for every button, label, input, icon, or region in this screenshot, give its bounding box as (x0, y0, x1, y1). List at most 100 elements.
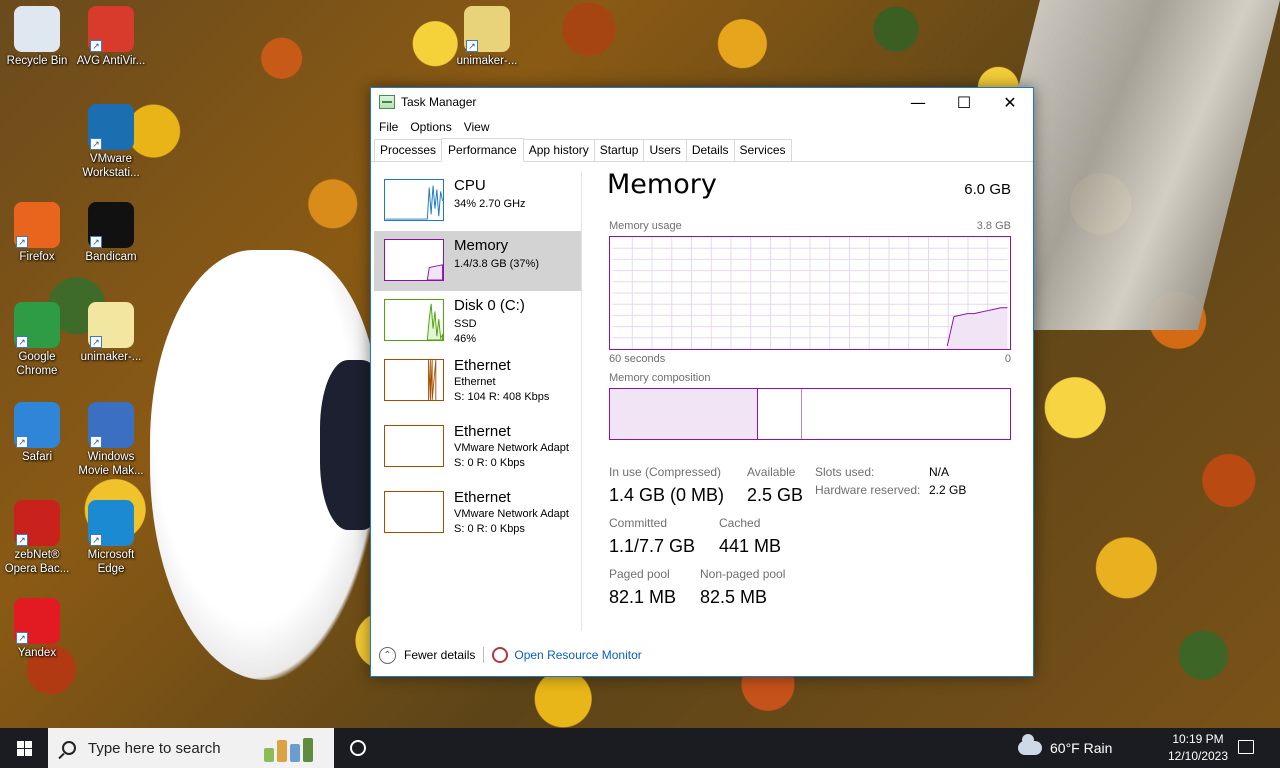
footer: ⌃ Fewer details Open Resource Monitor (371, 640, 1033, 670)
open-resource-monitor-link[interactable]: Open Resource Monitor (514, 648, 641, 662)
total-memory: 6.0 GB (964, 181, 1011, 198)
task-manager-icon (379, 95, 395, 109)
tab-performance[interactable]: Performance (441, 138, 524, 162)
ethernet-mini-graph (384, 359, 444, 401)
paged-pool-value: 82.1 MB (609, 587, 677, 607)
task-manager-window[interactable]: Task Manager — ☐ ✕ File Options View Pro… (370, 87, 1034, 677)
tab-processes[interactable]: Processes (374, 139, 443, 161)
desktop-icon-label: Microsoft Edge (87, 549, 135, 575)
chevron-up-icon[interactable]: ⌃ (379, 646, 396, 664)
tab-app-history[interactable]: App history (522, 139, 595, 161)
sidebar-item-label: Memory (454, 237, 509, 254)
sidebar-item-cpu[interactable]: CPU 34% 2.70 GHz (374, 171, 581, 231)
in-use-label: In use (Compressed) (609, 465, 722, 479)
desktop-icon[interactable]: ↗ Firefox (0, 202, 74, 264)
sidebar-item-adapter: VMware Network Adapt (454, 508, 569, 520)
cpu-mini-graph (384, 179, 444, 221)
sidebar-item-label: Ethernet (454, 489, 511, 506)
tab-users[interactable]: Users (643, 139, 687, 161)
sidebar-item-ethernet[interactable]: Ethernet Ethernet S: 104 R: 408 Kbps (374, 357, 581, 417)
taskbar-search-box[interactable]: Type here to search (48, 728, 334, 768)
opera-backup-icon: ↗ (14, 500, 60, 546)
usage-axis-left: 60 seconds (609, 353, 666, 365)
desktop-icon[interactable]: ↗ zebNet® Opera Bac... (0, 500, 74, 576)
composition-in-use-segment[interactable] (610, 389, 758, 439)
menu-file[interactable]: File (373, 120, 404, 134)
maximize-button[interactable]: ☐ (941, 88, 987, 116)
search-icon (62, 741, 76, 755)
menu-options[interactable]: Options (404, 120, 457, 134)
sidebar-item-memory[interactable]: Memory 1.4/3.8 GB (37%) (374, 231, 581, 291)
desktop-icon[interactable]: ↗ AVG AntiVir... (74, 6, 148, 68)
desktop-icon[interactable]: ↗ Bandicam (74, 202, 148, 264)
composition-modified-segment[interactable] (758, 389, 802, 439)
sidebar-item-type: SSD (454, 318, 477, 330)
minimize-button[interactable]: — (895, 88, 941, 116)
footer-divider (483, 647, 485, 663)
desktop-icon[interactable]: ↗ Safari (0, 402, 74, 464)
in-use-value: 1.4 GB (0 MB) (609, 485, 725, 505)
desktop-icon-label: Bandicam (85, 251, 137, 263)
composition-label: Memory composition (609, 372, 711, 384)
desktop-icon[interactable]: Recycle Bin (0, 6, 74, 68)
system-clock[interactable]: 10:19 PM 12/10/2023 (1160, 731, 1236, 765)
available-label: Available (747, 465, 796, 479)
desktop-icon-label: Safari (21, 451, 53, 463)
desktop-icon-label: Windows Movie Mak... (78, 451, 144, 477)
menu-view[interactable]: View (458, 120, 496, 134)
sidebar-item-adapter: Ethernet (454, 376, 496, 388)
recycle-bin-icon (14, 6, 60, 52)
menu-bar: File Options View (371, 116, 1033, 138)
shortcut-arrow-icon: ↗ (90, 236, 102, 248)
usage-axis-right: 0 (1004, 353, 1011, 365)
shortcut-arrow-icon: ↗ (466, 40, 478, 52)
shortcut-arrow-icon: ↗ (16, 534, 28, 546)
tab-services[interactable]: Services (733, 139, 792, 161)
detail-title: Memory (607, 169, 717, 200)
title-bar[interactable]: Task Manager — ☐ ✕ (371, 88, 1033, 116)
desktop-icon[interactable]: ↗ unimaker-... (74, 302, 148, 364)
tab-startup[interactable]: Startup (593, 139, 645, 161)
usage-graph-label: Memory usage (609, 220, 682, 232)
sidebar-item-value: 46% (454, 333, 477, 345)
desktop-icon-label: Google Chrome (16, 351, 58, 377)
sidebar-item-ethernet-vmware-1[interactable]: Ethernet VMware Network Adapt S: 0 R: 0 … (374, 423, 581, 483)
sidebar-item-label: CPU (454, 177, 486, 194)
fewer-details-link[interactable]: Fewer details (404, 648, 475, 662)
desktop-icon[interactable]: ↗ VMware Workstati... (74, 104, 148, 180)
memory-usage-graph (609, 236, 1011, 350)
non-paged-pool-label: Non-paged pool (700, 567, 786, 581)
windows-logo-icon (16, 740, 32, 756)
sidebar-item-disk[interactable]: Disk 0 (C:) SSD 46% (374, 291, 581, 351)
sidebar-item-value: 34% 2.70 GHz (454, 198, 526, 210)
zip-folder-icon: ↗ (464, 6, 510, 52)
start-button[interactable] (0, 728, 48, 768)
shortcut-arrow-icon: ↗ (90, 336, 102, 348)
paged-pool-label: Paged pool (609, 567, 670, 581)
committed-value: 1.1/7.7 GB (609, 536, 696, 556)
weather-widget[interactable]: 60°F Rain (1018, 728, 1112, 768)
desktop-icon-label: unimaker-... (456, 55, 518, 67)
desktop-icon[interactable]: ↗ unimaker-... (450, 6, 524, 68)
desktop-icon[interactable]: ↗ Windows Movie Mak... (74, 402, 148, 478)
sidebar-item-ethernet-vmware-2[interactable]: Ethernet VMware Network Adapt S: 0 R: 0 … (374, 489, 581, 549)
movie-maker-icon: ↗ (88, 402, 134, 448)
hardware-reserved-label: Hardware reserved: (815, 483, 921, 497)
desktop-icon[interactable]: ↗ Yandex (0, 598, 74, 660)
cortana-icon[interactable] (350, 740, 366, 756)
tab-details[interactable]: Details (685, 139, 735, 161)
desktop-icon-label: zebNet® Opera Bac... (4, 549, 70, 575)
resource-monitor-icon[interactable] (492, 647, 509, 663)
notification-center-icon[interactable] (1238, 740, 1254, 754)
clock-date: 12/10/2023 (1167, 749, 1229, 763)
slots-used-label: Slots used: (815, 465, 875, 479)
close-button[interactable]: ✕ (987, 88, 1033, 116)
safari-icon: ↗ (14, 402, 60, 448)
sidebar-item-value: S: 0 R: 0 Kbps (454, 523, 525, 535)
memory-composition-bar[interactable] (609, 388, 1011, 440)
desktop-icon[interactable]: ↗ Google Chrome (0, 302, 74, 378)
shortcut-arrow-icon: ↗ (16, 236, 28, 248)
disk-mini-graph (384, 299, 444, 341)
desktop-icon-label: Yandex (17, 647, 57, 659)
desktop-icon[interactable]: ↗ Microsoft Edge (74, 500, 148, 576)
